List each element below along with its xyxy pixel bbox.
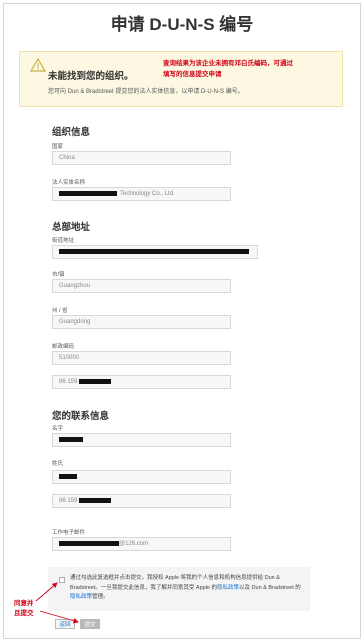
postal-code-field[interactable]: 510000: [52, 351, 231, 365]
work-email-suffix: @126.com: [119, 541, 149, 547]
province-label: 州 / 省: [52, 308, 68, 314]
apple-privacy-link[interactable]: 隐私政策: [217, 585, 239, 591]
agreement-checkbox[interactable]: [59, 577, 65, 583]
city-label: 市/镇: [52, 272, 65, 278]
warning-icon: [30, 58, 46, 72]
redaction-mark: [59, 190, 117, 196]
contact-phone-field[interactable]: 86 159: [52, 494, 231, 508]
street-field[interactable]: [52, 245, 258, 259]
contact-phone-prefix: 86 159: [59, 498, 78, 504]
postal-code-label: 邮政编码: [52, 344, 75, 350]
submit-button[interactable]: 提交: [80, 619, 100, 629]
annotation-top-line2: 填写的信息提交申请: [163, 70, 222, 78]
alert-description: 您可向 Dun & Bradstreet 提交您的法人实体信息，以申请 D-U-…: [48, 89, 244, 95]
first-name-label: 名字: [52, 426, 64, 432]
hq-phone-field[interactable]: 86 159: [52, 375, 231, 389]
contact-section-heading: 您的联系信息: [52, 411, 110, 422]
agreement-text-part3: 管理。: [92, 594, 109, 600]
org-section-heading: 组织信息: [52, 127, 91, 138]
country-label: 国家: [52, 144, 64, 150]
hq-phone-prefix: 86 159: [59, 379, 78, 385]
annotation-bottom-line1: 同意并: [14, 599, 34, 607]
country-field[interactable]: China: [52, 151, 231, 165]
last-name-field[interactable]: [52, 470, 231, 484]
redaction-mark: [59, 473, 77, 479]
dnb-privacy-link[interactable]: 隐私政策: [70, 594, 92, 600]
hq-section-heading: 总部地址: [52, 222, 91, 233]
redaction-mark: [59, 436, 83, 442]
page-title: 申请 D-U-N-S 编号: [110, 15, 254, 34]
work-email-field[interactable]: @126.com: [52, 537, 231, 551]
redaction-mark: [59, 540, 119, 546]
last-name-label: 姓氏: [52, 461, 64, 467]
work-email-label: 工作电子邮件: [52, 530, 86, 536]
redaction-mark: [59, 248, 249, 254]
province-field[interactable]: Guangdong: [52, 315, 231, 329]
annotation-top-line1: 查询结果为该企业未拥有邓白氏编码，可通过: [163, 59, 293, 67]
agreement-text: 通过勾选此复选框并点击提交，我授权 Apple 将我的个人信息和机构信息提供给 …: [70, 574, 304, 603]
annotation-bottom: 同意并 且提交: [14, 598, 34, 618]
annotation-top: 查询结果为该企业未拥有邓白氏编码，可通过 填写的信息提交申请: [163, 58, 293, 80]
legal-name-suffix: Technology Co., Ltd.: [120, 191, 175, 197]
alert-title: 未能找到您的组织。: [48, 71, 134, 82]
redaction-mark: [79, 497, 112, 503]
redaction-mark: [79, 378, 112, 384]
street-label: 街道地址: [52, 238, 75, 244]
annotation-bottom-line2: 且提交: [14, 609, 34, 617]
legal-name-label: 法人实体名称: [52, 180, 86, 186]
city-field[interactable]: Guangzhou: [52, 279, 231, 293]
back-button[interactable]: 返回: [55, 619, 75, 629]
agreement-text-part2: 以及 Dun & Bradstreet 的: [239, 584, 301, 591]
legal-name-field[interactable]: Technology Co., Ltd.: [52, 187, 231, 201]
first-name-field[interactable]: [52, 433, 231, 447]
